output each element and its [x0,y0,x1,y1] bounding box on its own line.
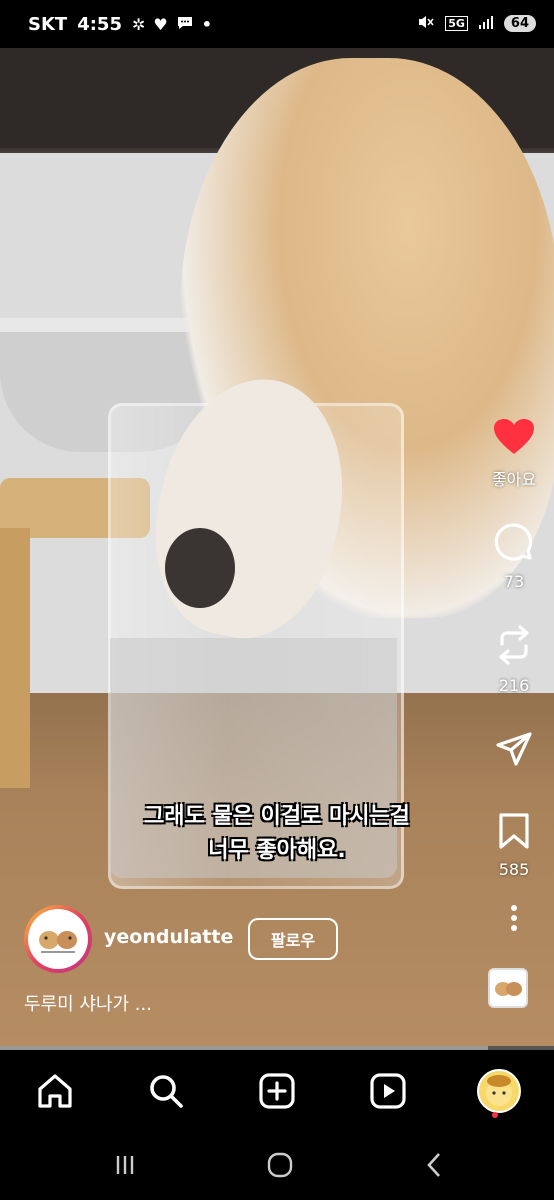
repost-button[interactable]: 216 [474,624,554,695]
avatar-image [28,909,88,969]
battery-indicator: 64 [503,15,536,32]
more-vertical-icon [510,904,518,936]
create-icon [259,1073,295,1109]
mute-icon [417,14,435,33]
follow-button[interactable]: 팔로우 [248,918,338,960]
comment-count: 73 [503,572,525,591]
status-left: SKT 4:55 ✲ ♥ • [28,14,212,35]
save-button[interactable]: 585 [474,812,554,879]
signal-icon [478,15,494,32]
home-system-button[interactable] [260,1148,300,1182]
clock: 4:55 [77,14,122,35]
share-button[interactable] [474,730,554,774]
notification-icons: ✲ ♥ • [132,15,212,35]
heart-icon: ♥ [153,15,168,34]
bookmark-icon [497,812,531,854]
recent-apps-button[interactable] [105,1148,145,1182]
status-right: 5G 64 [417,14,536,33]
like-label: 좋아요 [491,470,537,489]
home-button[interactable] [30,1066,80,1116]
system-navigation-bar [0,1130,554,1200]
stool-leg [0,528,30,788]
more-options-button[interactable] [474,904,554,936]
save-count: 585 [498,860,530,879]
reel-caption[interactable]: 두루미 샤나가 ... [24,990,152,1016]
carrier-label: SKT [28,14,68,35]
author-avatar[interactable] [24,905,92,973]
profile-icon [477,1069,521,1113]
repost-count: 216 [498,676,530,695]
back-button[interactable] [415,1148,455,1182]
notification-dot [492,1112,498,1118]
recent-apps-icon [116,1156,134,1174]
audio-thumbnail[interactable] [488,968,528,1008]
dog-logo-icon [495,982,522,996]
dog-logo-icon [39,931,77,953]
status-bar: SKT 4:55 ✲ ♥ • 5G 64 [0,0,554,48]
create-button[interactable] [252,1066,302,1116]
author-username[interactable]: yeondulatte [104,926,233,948]
chat-bubble-icon [176,15,194,35]
comment-icon [494,522,534,566]
reels-icon [370,1073,406,1109]
bottom-navigation [0,1050,554,1130]
heart-icon [493,418,535,460]
repost-icon [494,624,534,670]
reels-button[interactable] [363,1066,413,1116]
subtitle-line-2: 너무 좋아해요. [208,838,346,863]
comment-button[interactable]: 73 [474,522,554,591]
like-button[interactable]: 좋아요 [474,418,554,490]
pinwheel-icon: ✲ [131,15,146,34]
send-icon [494,730,534,774]
back-chevron-icon [427,1153,440,1177]
home-icon [38,1074,72,1108]
dot-icon: • [201,15,212,34]
network-label: 5G [445,16,468,31]
search-icon [150,1075,183,1108]
reel-video[interactable] [0,48,554,1048]
home-circle-icon [267,1152,293,1178]
search-button[interactable] [141,1066,191,1116]
profile-button[interactable] [474,1066,524,1118]
dog-nose [165,528,235,608]
subtitle-line-1: 그래도 물은 이걸로 마시는걸 [144,804,410,829]
